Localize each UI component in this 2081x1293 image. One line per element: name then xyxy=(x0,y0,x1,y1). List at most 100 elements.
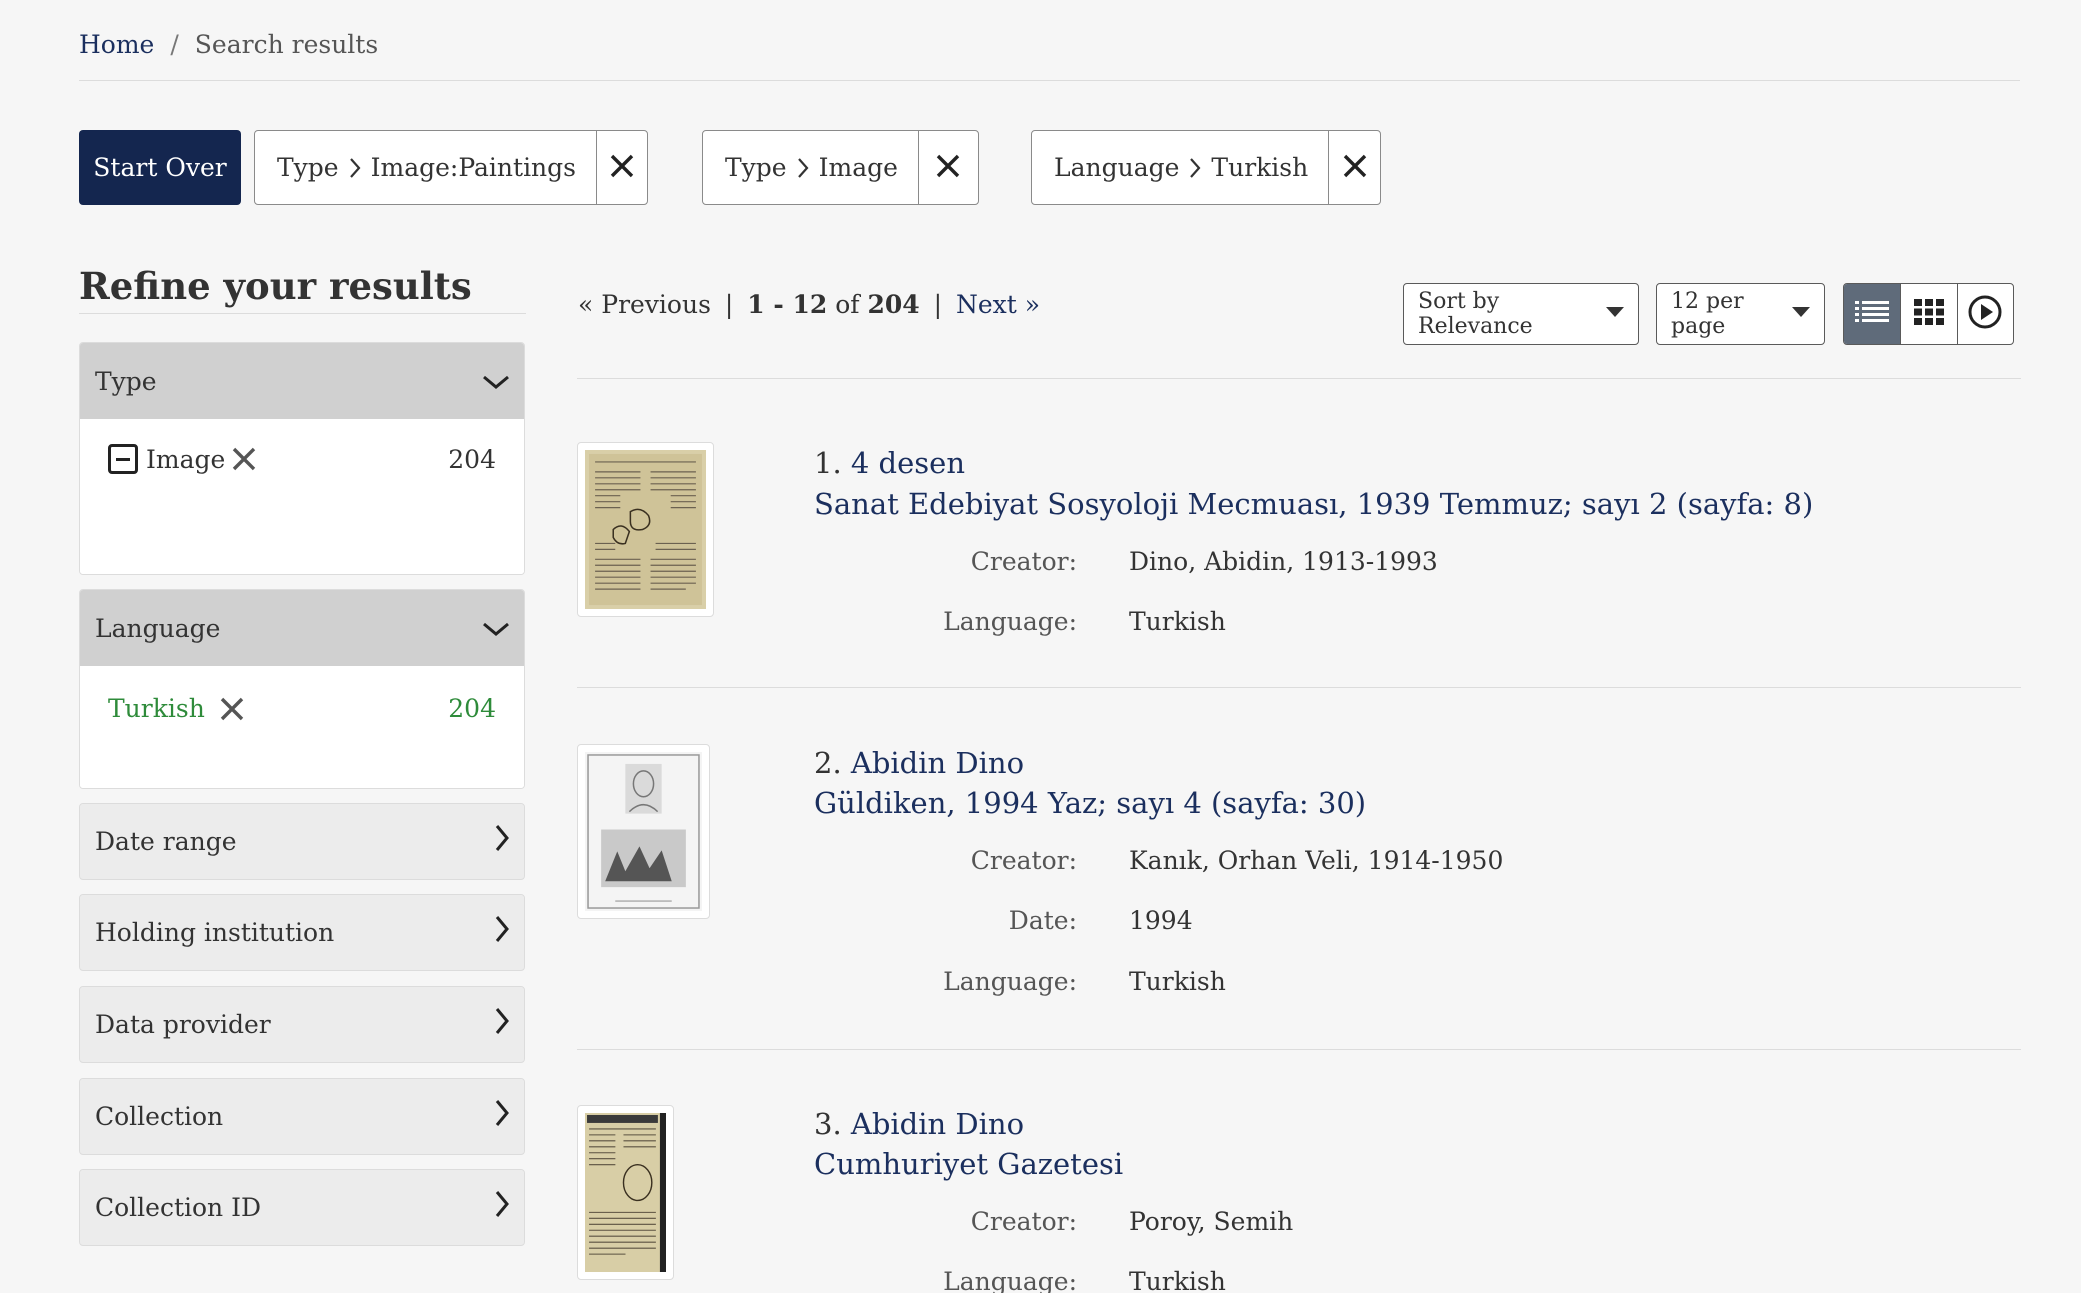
sort-label: Sort by Relevance xyxy=(1418,289,1533,339)
gallery-view-button[interactable] xyxy=(1900,284,1956,344)
facet-item-label: Image xyxy=(146,444,226,474)
filter-chip-type-image: Type Image xyxy=(702,130,979,205)
facet-holding-institution[interactable]: Holding institution xyxy=(79,894,525,971)
result-title-link[interactable]: Abidin Dino xyxy=(851,1107,1024,1141)
result-subtitle-link[interactable]: Cumhuriyet Gazetesi xyxy=(814,1147,1123,1181)
meta-label: Creator: xyxy=(970,846,1077,875)
facet-date-range[interactable]: Date range xyxy=(79,803,525,880)
meta-label: Creator: xyxy=(970,1207,1077,1236)
result-title-link[interactable]: 4 desen xyxy=(851,446,965,480)
page-of: of xyxy=(835,290,860,319)
meta-label: Date: xyxy=(1008,906,1077,935)
result-thumbnail[interactable] xyxy=(577,1105,674,1280)
filter-chip-value: Turkish xyxy=(1211,153,1309,182)
facet-collection[interactable]: Collection xyxy=(79,1078,525,1155)
result-number: 1. xyxy=(814,446,842,480)
filter-chip-field: Type xyxy=(725,153,787,182)
thumbnail-image xyxy=(585,450,706,609)
meta-label: Creator: xyxy=(970,547,1077,576)
divider xyxy=(577,378,2021,379)
result-thumbnail[interactable] xyxy=(577,442,714,617)
close-icon xyxy=(609,153,635,183)
chevron-right-icon xyxy=(494,1190,510,1224)
close-icon xyxy=(935,153,961,183)
chevron-right-icon xyxy=(1189,157,1201,179)
caret-down-icon xyxy=(1792,307,1810,317)
divider xyxy=(577,687,2021,688)
next-link[interactable]: Next » xyxy=(956,290,1040,319)
facet-label: Collection ID xyxy=(95,1192,262,1222)
total-count: 204 xyxy=(867,290,920,319)
thumbnail-image xyxy=(585,1113,666,1272)
filter-chip-field: Language xyxy=(1054,153,1180,182)
slideshow-view-button[interactable] xyxy=(1956,284,2013,344)
pagination: « Previous | 1 - 12 of 204 | Next » xyxy=(578,290,1041,319)
result-item: 3. Abidin Dino Cumhuriyet Gazetesi Creat… xyxy=(577,1105,2021,1293)
facet-label: Data provider xyxy=(95,1009,271,1039)
meta-value: 1994 xyxy=(1129,906,1193,935)
filter-chip-field: Type xyxy=(277,153,339,182)
breadcrumb: Home / Search results xyxy=(79,30,2020,81)
filter-chip-language-turkish: Language Turkish xyxy=(1031,130,1381,205)
chevron-right-icon xyxy=(349,157,361,179)
result-title-link[interactable]: Abidin Dino xyxy=(851,746,1024,780)
result-subtitle-link[interactable]: Güldiken, 1994 Yaz; sayı 4 (sayfa: 30) xyxy=(814,786,1366,820)
caret-down-icon xyxy=(1606,307,1624,317)
meta-value: Dino, Abidin, 1913-1993 xyxy=(1129,547,1438,576)
chevron-down-icon xyxy=(482,367,510,396)
chevron-down-icon xyxy=(482,614,510,643)
facet-collection-id[interactable]: Collection ID xyxy=(79,1169,525,1246)
per-page-dropdown[interactable]: 12 per page xyxy=(1656,283,1825,345)
facet-data-provider[interactable]: Data provider xyxy=(79,986,525,1063)
refine-results-heading: Refine your results xyxy=(79,262,526,314)
facet-item-count: 204 xyxy=(448,444,496,474)
chevron-right-icon xyxy=(494,1007,510,1041)
sort-dropdown[interactable]: Sort by Relevance xyxy=(1403,283,1639,345)
facet-language: Language Turkish 204 xyxy=(79,589,525,789)
breadcrumb-current: Search results xyxy=(194,30,379,59)
meta-value: Poroy, Semih xyxy=(1129,1207,1294,1236)
facet-item-turkish: Turkish 204 xyxy=(108,694,496,723)
start-over-button[interactable]: Start Over xyxy=(79,130,241,205)
view-toggle xyxy=(1843,283,2014,345)
remove-facet-icon[interactable] xyxy=(219,696,245,722)
filter-chip-type-paintings: Type Image:Paintings xyxy=(254,130,648,205)
facet-language-header[interactable]: Language xyxy=(80,590,524,666)
facet-type: Type Image 204 xyxy=(79,342,525,575)
facet-label: Language xyxy=(95,613,221,643)
list-view-button[interactable] xyxy=(1844,284,1901,344)
facet-item-label: Turkish xyxy=(108,694,205,723)
filter-chip-value: Image xyxy=(818,153,898,182)
meta-value: Turkish xyxy=(1129,1267,1226,1293)
minus-square-icon[interactable] xyxy=(108,444,138,474)
result-number: 2. xyxy=(814,746,842,780)
facet-type-header[interactable]: Type xyxy=(80,343,524,419)
result-subtitle-link[interactable]: Sanat Edebiyat Sosyoloji Mecmuası, 1939 … xyxy=(814,487,1813,521)
breadcrumb-separator: / xyxy=(170,30,179,59)
facet-item-count: 204 xyxy=(448,694,496,723)
result-number: 3. xyxy=(814,1107,842,1141)
play-circle-icon xyxy=(1967,294,2003,334)
remove-filter-button[interactable] xyxy=(917,131,978,204)
meta-label: Language: xyxy=(943,607,1077,636)
result-item: 2. Abidin Dino Güldiken, 1994 Yaz; sayı … xyxy=(577,744,2021,1049)
breadcrumb-home-link[interactable]: Home xyxy=(79,30,154,59)
meta-value: Turkish xyxy=(1129,967,1226,996)
facet-label: Type xyxy=(95,366,157,396)
remove-filter-button[interactable] xyxy=(596,131,647,204)
close-icon xyxy=(1342,153,1368,183)
per-page-label: 12 per page xyxy=(1671,289,1744,339)
remove-facet-icon[interactable] xyxy=(231,446,257,472)
facet-label: Collection xyxy=(95,1101,224,1131)
chevron-right-icon xyxy=(494,915,510,949)
filter-chip-value: Image:Paintings xyxy=(370,153,576,182)
divider xyxy=(577,1049,2021,1050)
chevron-right-icon xyxy=(494,824,510,858)
meta-label: Language: xyxy=(943,1267,1077,1293)
result-thumbnail[interactable] xyxy=(577,744,710,919)
grid-icon xyxy=(1914,299,1944,329)
remove-filter-button[interactable] xyxy=(1328,131,1380,204)
result-item: 1. 4 desen Sanat Edebiyat Sosyoloji Mecm… xyxy=(577,442,2021,687)
facet-label: Date range xyxy=(95,826,237,856)
facet-item-image: Image 204 xyxy=(108,444,496,474)
